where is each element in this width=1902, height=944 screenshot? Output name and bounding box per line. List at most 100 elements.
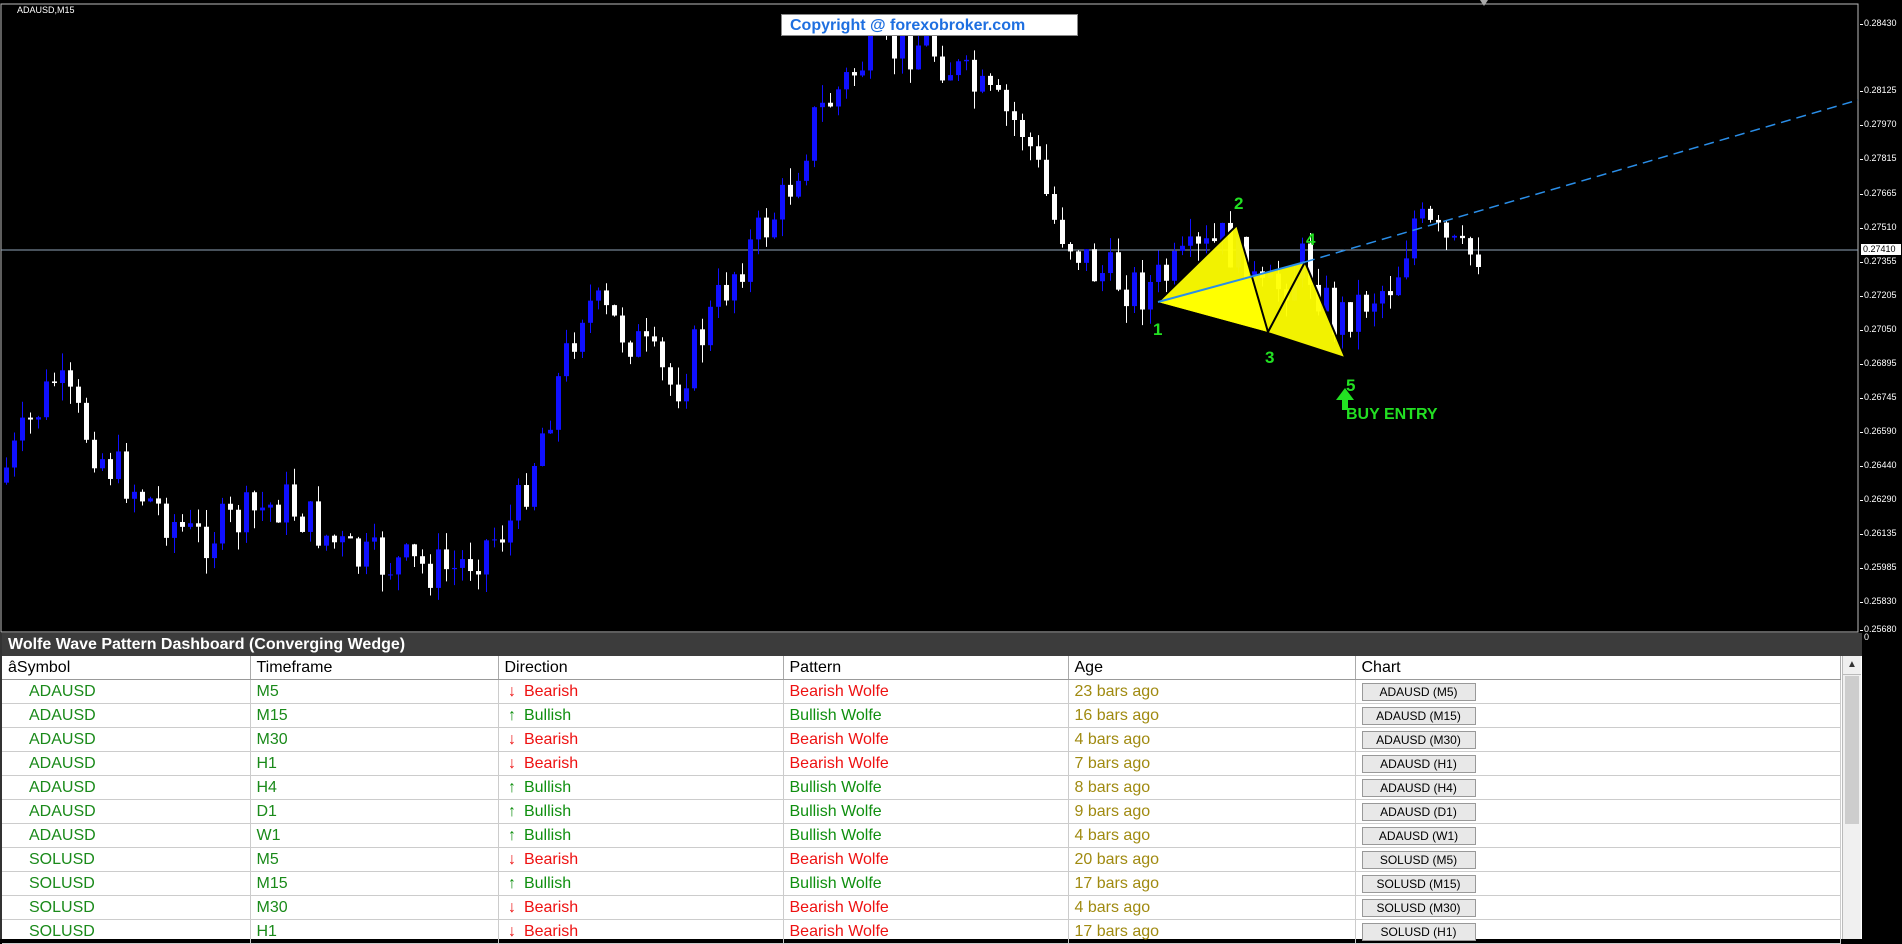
price-tick-mark <box>1860 466 1863 467</box>
price-chart[interactable]: ADAUSD,M15 Copyright @ forexobroker.com … <box>0 0 1902 642</box>
scroll-up-icon[interactable]: ▲ <box>1843 656 1861 675</box>
candle-body <box>972 59 977 92</box>
price-tick-mark <box>1860 194 1863 195</box>
candle-body <box>348 536 353 539</box>
candle-body <box>540 433 545 466</box>
candle-body <box>460 559 465 568</box>
open-chart-button[interactable]: ADAUSD (H4) <box>1361 778 1476 797</box>
candle-body <box>1188 236 1193 246</box>
candlestick-plot[interactable] <box>0 0 1860 633</box>
open-chart-button[interactable]: SOLUSD (M15) <box>1361 874 1476 893</box>
candle-body <box>468 559 473 572</box>
scroll-thumb[interactable] <box>1845 676 1859 824</box>
candle-body <box>340 536 345 543</box>
col-header-pattern[interactable]: Pattern <box>783 656 1069 680</box>
wave-point-3: 3 <box>1265 348 1275 367</box>
cell-timeframe: W1 <box>250 823 499 848</box>
open-chart-button[interactable]: ADAUSD (W1) <box>1361 826 1476 845</box>
cell-symbol: ADAUSD <box>2 775 251 800</box>
price-tick-mark <box>1860 125 1863 126</box>
candle-body <box>188 523 193 527</box>
cell-direction: ↓ Bearish <box>498 847 784 872</box>
candle-body <box>164 503 169 538</box>
candle-body <box>684 388 689 402</box>
cell-chart: SOLUSD (M15) <box>1355 871 1841 896</box>
candle-body <box>868 33 873 71</box>
open-chart-button[interactable]: ADAUSD (D1) <box>1361 802 1476 821</box>
price-tick-label: 0.25830 <box>1864 596 1897 606</box>
candle-body <box>108 459 113 479</box>
direction-text: Bearish <box>523 754 579 772</box>
open-chart-button[interactable]: SOLUSD (M5) <box>1361 850 1476 869</box>
col-header-chart[interactable]: Chart <box>1355 656 1841 680</box>
candle-body <box>940 56 945 81</box>
cell-age: 17 bars ago <box>1068 919 1356 944</box>
open-chart-button[interactable]: SOLUSD (M30) <box>1361 898 1476 917</box>
candle-body <box>236 509 241 533</box>
open-chart-button[interactable]: ADAUSD (H1) <box>1361 754 1476 773</box>
col-header-age[interactable]: Age <box>1068 656 1356 680</box>
cell-symbol: SOLUSD <box>2 919 251 944</box>
cell-timeframe: M15 <box>250 871 499 896</box>
cell-pattern: Bullish Wolfe <box>783 703 1069 728</box>
target-line <box>1304 99 1859 263</box>
candle-body <box>332 535 337 543</box>
candle-body <box>564 343 569 377</box>
arrow-up-icon: ↑ <box>508 706 516 724</box>
price-tick-mark <box>1860 398 1863 399</box>
price-axis[interactable]: 0.28430 0.28125 0.27970 0.27815 0.27665 0.275… <box>1860 0 1902 634</box>
candle-body <box>220 503 225 544</box>
candle-body <box>836 89 841 107</box>
candle-body <box>692 329 697 389</box>
arrow-up-icon: ↑ <box>508 802 516 820</box>
table-row: ADAUSD M5 ↓ Bearish Bearish Wolfe 23 bars ag… <box>2 679 1841 704</box>
candle-body <box>116 451 121 479</box>
open-chart-button[interactable]: ADAUSD (M5) <box>1361 682 1476 701</box>
shift-marker-icon[interactable] <box>1480 0 1488 6</box>
table-scrollbar[interactable]: ▲ <box>1842 656 1861 939</box>
candle-body <box>652 336 657 342</box>
candle-body <box>276 504 281 523</box>
candle-body <box>748 239 753 282</box>
candle-body <box>420 556 425 564</box>
cell-symbol: SOLUSD <box>2 847 251 872</box>
cell-symbol: ADAUSD <box>2 679 251 704</box>
direction-text: Bearish <box>523 922 579 940</box>
candle-body <box>436 549 441 588</box>
candle-body <box>1436 219 1441 223</box>
candle-body <box>500 539 505 543</box>
candle-body <box>516 485 521 521</box>
candle-body <box>916 45 921 70</box>
col-header-direction[interactable]: Direction <box>498 656 784 680</box>
open-chart-button[interactable]: SOLUSD (H1) <box>1361 922 1476 941</box>
wave-point-4: 4 <box>1306 230 1316 249</box>
candle-body <box>52 381 57 384</box>
table-row: SOLUSD M30 ↓ Bearish Bearish Wolfe 4 bars ag… <box>2 895 1841 920</box>
candle-body <box>1428 208 1433 220</box>
candle-body <box>324 535 329 546</box>
open-chart-button[interactable]: ADAUSD (M30) <box>1361 730 1476 749</box>
candle-body <box>1148 281 1153 310</box>
candle-body <box>596 290 601 301</box>
price-tick-mark <box>1860 500 1863 501</box>
candle-body <box>668 367 673 385</box>
candle-body <box>1212 238 1217 242</box>
cell-symbol: ADAUSD <box>2 727 251 752</box>
candle-body <box>780 184 785 220</box>
candle-body <box>484 540 489 575</box>
candle-body <box>636 331 641 357</box>
wave-point-1: 1 <box>1153 320 1163 339</box>
candle-body <box>140 491 145 502</box>
open-chart-button[interactable]: ADAUSD (M15) <box>1361 706 1476 725</box>
candle-body <box>132 491 137 499</box>
candle-body <box>700 329 705 346</box>
col-header-timeframe[interactable]: Timeframe <box>250 656 499 680</box>
candle-body <box>996 84 1001 90</box>
col-header-symbol[interactable]: âSymbol <box>2 656 251 680</box>
price-tick-mark <box>1860 630 1863 631</box>
cell-timeframe: M30 <box>250 895 499 920</box>
candle-body <box>532 465 537 507</box>
arrow-down-icon: ↓ <box>508 730 516 748</box>
cell-pattern: Bearish Wolfe <box>783 895 1069 920</box>
candle-body <box>556 376 561 430</box>
